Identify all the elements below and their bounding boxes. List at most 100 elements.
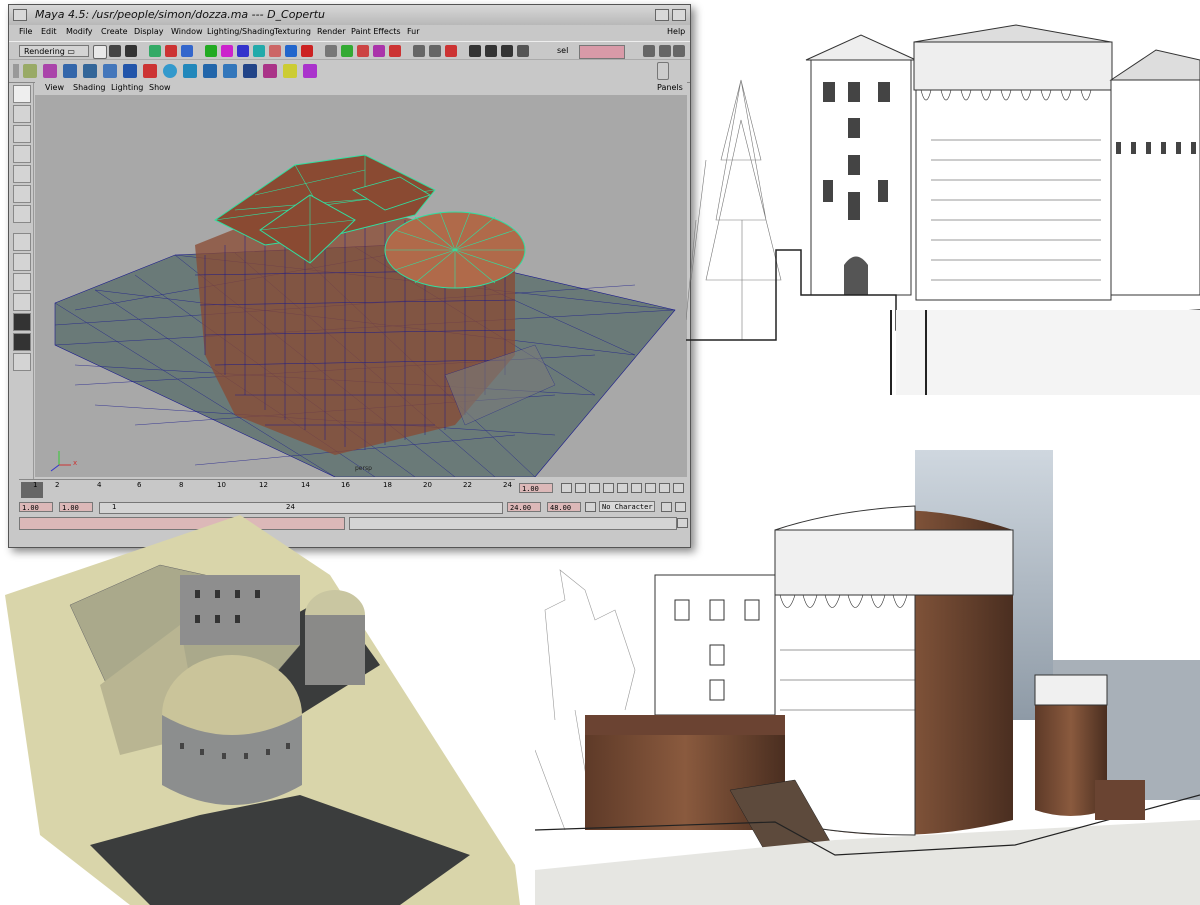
panel-menu-lighting[interactable]: Lighting	[111, 83, 143, 92]
loft-icon[interactable]	[103, 64, 117, 78]
extrude-icon[interactable]	[143, 64, 157, 78]
select-component-icon[interactable]	[181, 45, 193, 57]
sphere-icon[interactable]	[163, 64, 177, 78]
pencil-curve-icon[interactable]	[63, 64, 77, 78]
history-in-icon[interactable]	[413, 45, 425, 57]
panel-menu-shading[interactable]: Shading	[73, 83, 106, 92]
range-slider-start-label: 1	[112, 503, 117, 511]
cylinder-icon[interactable]	[223, 64, 237, 78]
tool-settings-icon[interactable]	[659, 45, 671, 57]
lock-selection-icon[interactable]	[325, 45, 337, 57]
rendered-fortress	[535, 450, 1200, 905]
selection-field[interactable]	[579, 45, 625, 59]
shelf-scroll[interactable]	[657, 62, 669, 80]
channel-box-icon[interactable]	[673, 45, 685, 57]
revolve-icon[interactable]	[83, 64, 97, 78]
layout-dropdown-icon[interactable]	[13, 353, 31, 371]
cube-icon[interactable]	[203, 64, 217, 78]
save-scene-icon[interactable]	[125, 45, 137, 57]
hypershade-layout-icon[interactable]	[13, 313, 31, 331]
open-scene-icon[interactable]	[109, 45, 121, 57]
minimize-icon[interactable]	[655, 9, 669, 21]
maximize-icon[interactable]	[672, 9, 686, 21]
window-title: Maya 4.5: /usr/people/simon/dozza.ma ---…	[35, 8, 326, 21]
menu-display[interactable]: Display	[134, 27, 164, 36]
move-tool-icon[interactable]	[13, 125, 31, 143]
light-icon[interactable]	[283, 64, 297, 78]
menu-file[interactable]: File	[19, 27, 32, 36]
rotate-tool-icon[interactable]	[13, 145, 31, 163]
ik-handle-icon[interactable]	[263, 64, 277, 78]
menu-lighting-shading[interactable]: Lighting/Shading	[207, 27, 275, 36]
range-slider-end-label: 24	[286, 503, 295, 511]
single-pane-layout-icon[interactable]	[13, 233, 31, 251]
axis-label: x	[73, 459, 78, 467]
menu-fur[interactable]: Fur	[407, 27, 420, 36]
range-slider-bar[interactable]: 1 24	[99, 502, 503, 514]
snap-view-icon[interactable]	[389, 45, 401, 57]
last-tool-icon[interactable]	[13, 205, 31, 223]
panel-menu-bar: View Shading Lighting Show Panels	[35, 81, 687, 95]
timeline-tick: 14	[301, 481, 310, 489]
paint-effects-icon[interactable]	[303, 64, 317, 78]
menu-edit[interactable]: Edit	[41, 27, 57, 36]
select-hierarchy-icon[interactable]	[149, 45, 161, 57]
current-time-marker[interactable]	[21, 482, 43, 498]
attribute-editor-icon[interactable]	[643, 45, 655, 57]
select-tool-icon[interactable]	[13, 85, 31, 103]
menu-texturing[interactable]: Texturing	[274, 27, 311, 36]
lasso-tool-icon[interactable]	[13, 105, 31, 123]
snap-grid-icon[interactable]	[341, 45, 353, 57]
render-globals-icon[interactable]	[501, 45, 513, 57]
panel-menu-show[interactable]: Show	[149, 83, 171, 92]
mask-curves-icon[interactable]	[237, 45, 249, 57]
menu-window[interactable]: Window	[171, 27, 203, 36]
start-time-field[interactable]: 1.00	[19, 502, 53, 512]
history-out-icon[interactable]	[429, 45, 441, 57]
snap-point-icon[interactable]	[373, 45, 385, 57]
cone-icon[interactable]	[183, 64, 197, 78]
ep-curve-icon[interactable]	[43, 64, 57, 78]
render-layout-icon[interactable]	[13, 333, 31, 351]
menu-help[interactable]: Help	[667, 27, 685, 36]
menu-modify[interactable]: Modify	[66, 27, 93, 36]
panel-menu-view[interactable]: View	[45, 83, 64, 92]
planar-icon[interactable]	[123, 64, 137, 78]
time-slider[interactable]: 1 2 4 6 8 10 12 14 16 18 20 22 24	[19, 479, 515, 500]
snap-curve-icon[interactable]	[357, 45, 369, 57]
main-menu-bar: File Edit Modify Create Display Window L…	[9, 25, 690, 41]
mask-deform-icon[interactable]	[269, 45, 281, 57]
ipr-render-icon[interactable]	[485, 45, 497, 57]
two-pane-layout-icon[interactable]	[13, 273, 31, 291]
selection-field-label: sel	[557, 46, 569, 55]
mask-surfaces-icon[interactable]	[253, 45, 265, 57]
menu-paint-effects[interactable]: Paint Effects	[351, 27, 401, 36]
new-scene-icon[interactable]	[93, 45, 107, 59]
playback-start-field[interactable]: 1.00	[59, 502, 93, 512]
mask-dynamics-icon[interactable]	[285, 45, 297, 57]
manipulator-tool-icon[interactable]	[13, 185, 31, 203]
construction-history-icon[interactable]	[445, 45, 457, 57]
timeline-tick: 10	[217, 481, 226, 489]
mask-joints-icon[interactable]	[221, 45, 233, 57]
joint-icon[interactable]	[243, 64, 257, 78]
scale-tool-icon[interactable]	[13, 165, 31, 183]
cv-curve-icon[interactable]	[23, 64, 37, 78]
shelf-tab-handle[interactable]	[13, 64, 19, 78]
menu-render[interactable]: Render	[317, 27, 345, 36]
menu-create[interactable]: Create	[101, 27, 128, 36]
title-bar: Maya 4.5: /usr/people/simon/dozza.ma ---…	[9, 5, 690, 26]
render-view-icon[interactable]	[469, 45, 481, 57]
perspective-viewport[interactable]: x persp	[35, 95, 687, 477]
hypershade-icon[interactable]	[517, 45, 529, 57]
window-menu-icon[interactable]	[13, 9, 27, 21]
menu-set-dropdown[interactable]: Rendering ▭	[19, 45, 89, 57]
mask-handles-icon[interactable]	[205, 45, 217, 57]
mask-rendering-icon[interactable]	[301, 45, 313, 57]
panels-menu[interactable]: Panels	[657, 83, 683, 92]
four-pane-layout-icon[interactable]	[13, 253, 31, 271]
shelf	[9, 59, 690, 83]
timeline-tick: 16	[341, 481, 350, 489]
outliner-layout-icon[interactable]	[13, 293, 31, 311]
select-object-icon[interactable]	[165, 45, 177, 57]
